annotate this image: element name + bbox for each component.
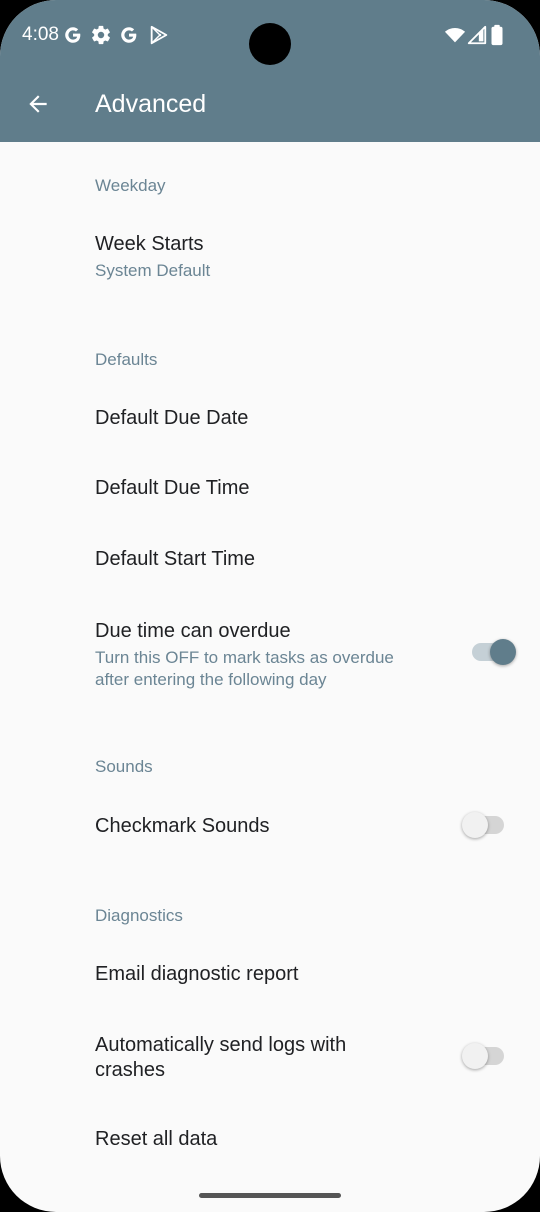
toggle-thumb <box>490 639 516 665</box>
due-time-overdue-preference[interactable]: Due time can overdue Turn this OFF to ma… <box>0 596 540 706</box>
device-screen: 4:08 Advanced Weekday Week Starts System… <box>0 0 540 1212</box>
auto-send-logs-preference[interactable]: Automatically send logs with crashes <box>0 1012 540 1104</box>
checkmark-sounds-toggle[interactable] <box>462 807 508 843</box>
arrow-back-icon <box>29 95 47 113</box>
auto-send-logs-title-line1: Automatically send logs with <box>95 1034 347 1056</box>
email-diagnostic-report-title: Email diagnostic report <box>95 963 299 985</box>
home-indicator[interactable] <box>199 1193 341 1198</box>
default-start-time-title: Default Start Time <box>95 548 256 570</box>
status-time: 4:08 <box>22 24 59 45</box>
toggle-thumb <box>462 812 488 838</box>
section-header-defaults: Defaults <box>95 350 158 369</box>
week-starts-title: Week Starts <box>95 233 204 255</box>
default-start-time-preference[interactable]: Default Start Time <box>0 524 540 594</box>
email-diagnostic-report-preference[interactable]: Email diagnostic report <box>0 940 540 1010</box>
overdue-toggle[interactable] <box>470 634 516 670</box>
wifi-icon <box>444 27 466 43</box>
section-header-weekday: Weekday <box>95 176 166 195</box>
play-store-icon <box>150 25 168 45</box>
checkmark-sounds-preference[interactable]: Checkmark Sounds <box>0 790 540 860</box>
default-due-date-title: Default Due Date <box>95 407 249 429</box>
toggle-thumb <box>462 1043 488 1069</box>
battery-icon <box>491 24 503 46</box>
page-title: Advanced <box>95 90 207 118</box>
week-starts-preference[interactable]: Week Starts System Default <box>0 212 540 302</box>
back-button[interactable] <box>18 84 58 124</box>
auto-send-logs-toggle[interactable] <box>462 1038 508 1074</box>
default-due-date-preference[interactable]: Default Due Date <box>0 384 540 454</box>
app-bar: 4:08 Advanced <box>0 0 540 142</box>
due-time-overdue-title: Due time can overdue <box>95 620 291 642</box>
default-due-time-title: Default Due Time <box>95 477 250 499</box>
settings-gear-icon <box>92 25 110 45</box>
reset-all-data-title: Reset all data <box>95 1128 218 1150</box>
front-camera <box>249 23 291 65</box>
google-g-icon <box>121 27 137 43</box>
section-header-sounds: Sounds <box>95 757 153 776</box>
auto-send-logs-title-line2: crashes <box>95 1059 166 1081</box>
week-starts-summary: System Default <box>95 261 211 280</box>
due-time-overdue-summary-line1: Turn this OFF to mark tasks as overdue <box>95 648 394 667</box>
google-g-icon <box>65 27 81 43</box>
default-due-time-preference[interactable]: Default Due Time <box>0 454 540 524</box>
checkmark-sounds-title: Checkmark Sounds <box>95 815 270 837</box>
reset-all-data-preference[interactable]: Reset all data <box>0 1106 540 1172</box>
status-bar: 4:08 <box>0 0 540 72</box>
section-header-diagnostics: Diagnostics <box>95 906 183 925</box>
cell-signal-icon <box>467 25 487 45</box>
due-time-overdue-summary-line2: after entering the following day <box>95 670 327 689</box>
